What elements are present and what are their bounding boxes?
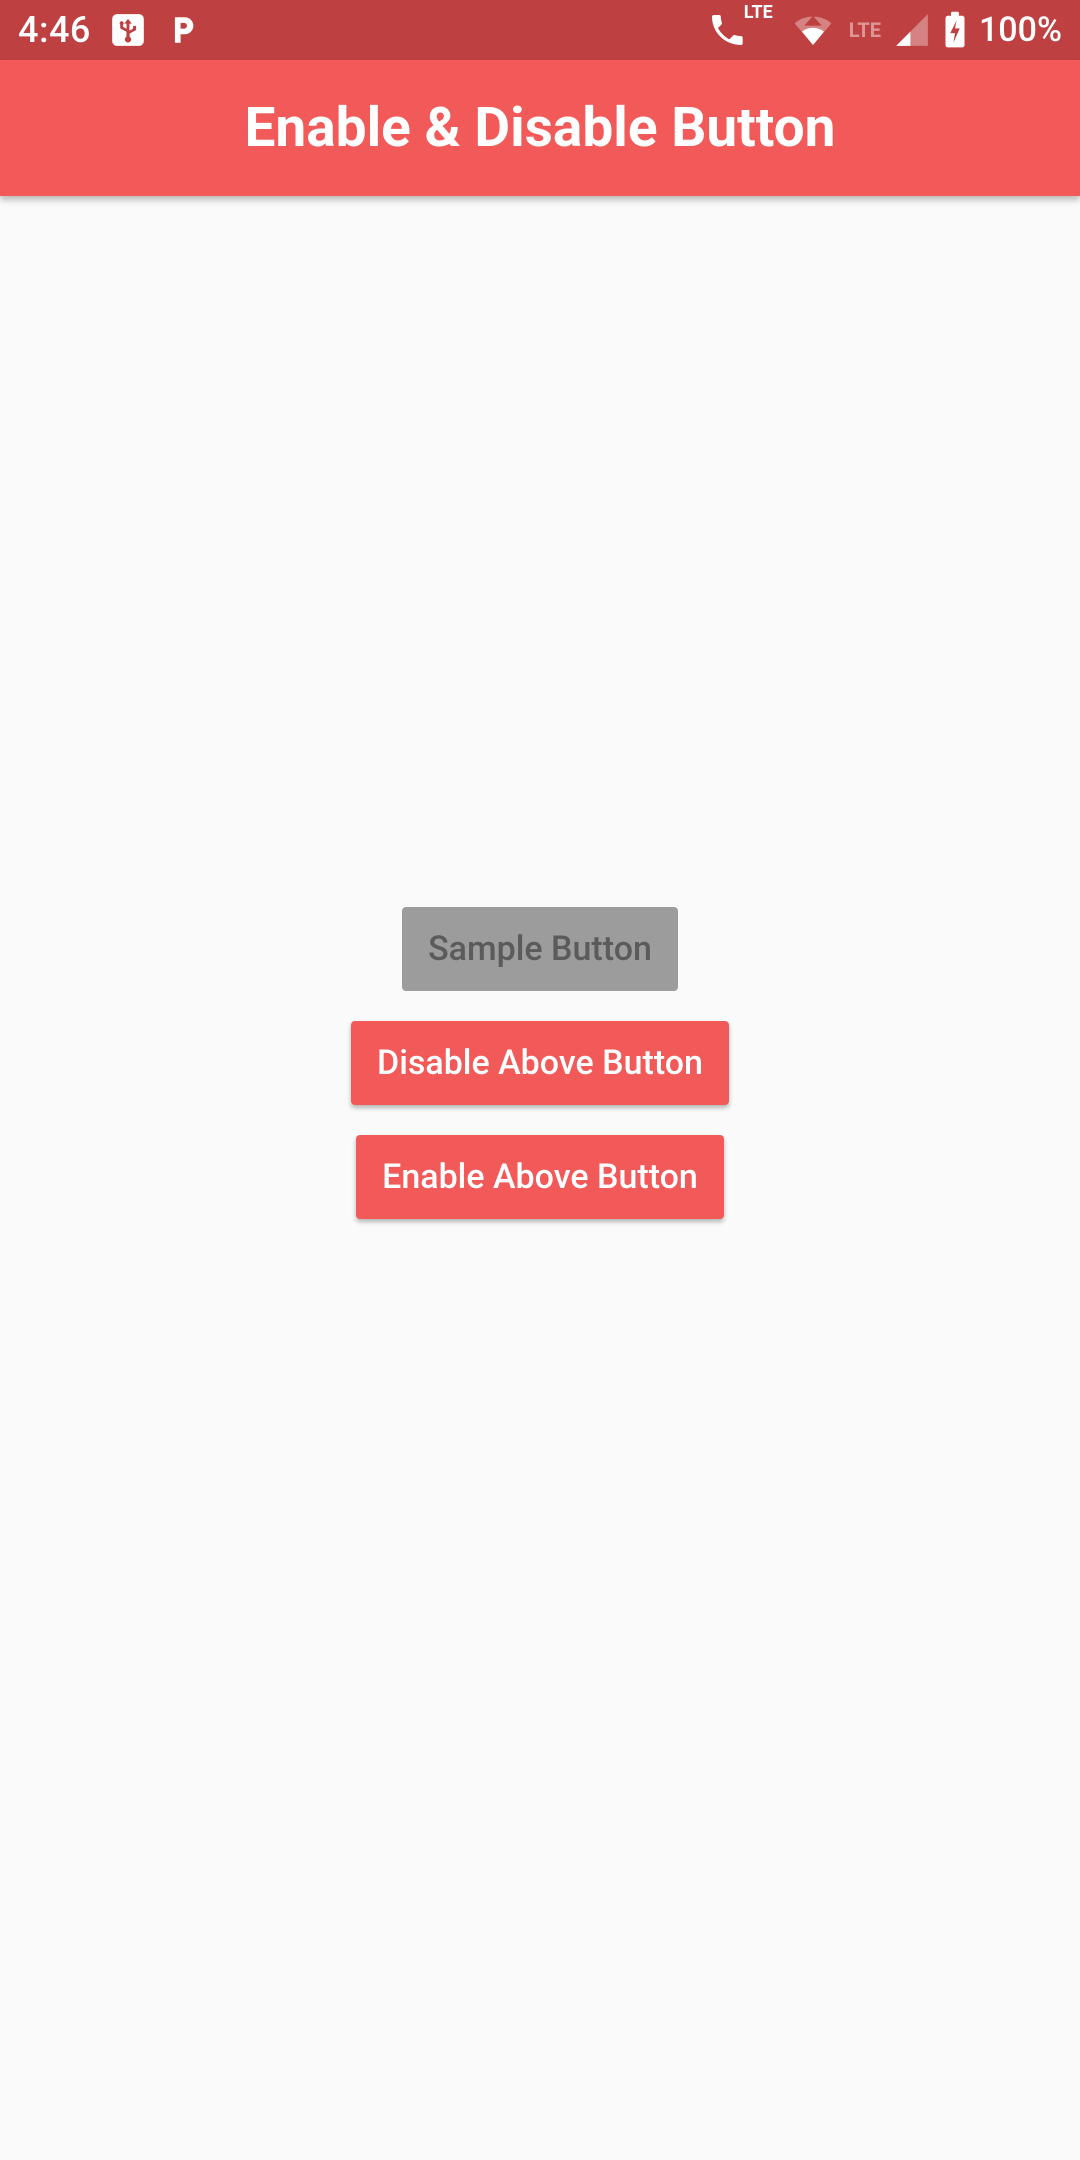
- sample-button: Sample Button: [402, 907, 678, 991]
- status-bar-left: 4:46: [18, 9, 199, 51]
- status-bar-right: LTE LTE 100%: [707, 10, 1062, 50]
- content-area: Sample Button Disable Above Button Enabl…: [0, 81, 1080, 2045]
- enable-button[interactable]: Enable Above Button: [356, 1135, 724, 1219]
- sample-button-label: Sample Button: [428, 929, 652, 969]
- status-clock: 4:46: [18, 9, 91, 51]
- disable-button-label: Disable Above Button: [377, 1043, 703, 1083]
- wifi-icon: [793, 10, 833, 50]
- lte-label-dim: LTE: [849, 18, 881, 42]
- battery-charging-icon: [943, 11, 967, 49]
- status-bar: 4:46 LTE LTE: [0, 0, 1080, 60]
- enable-button-label: Enable Above Button: [382, 1157, 698, 1197]
- lte-badge: LTE: [744, 2, 773, 23]
- disable-button[interactable]: Disable Above Button: [351, 1021, 729, 1105]
- usb-icon: [109, 11, 147, 49]
- battery-percent: 100%: [979, 10, 1062, 50]
- cell-signal-icon: [893, 11, 931, 49]
- phone-lte-icon: LTE: [707, 10, 747, 50]
- p-icon: [165, 13, 199, 47]
